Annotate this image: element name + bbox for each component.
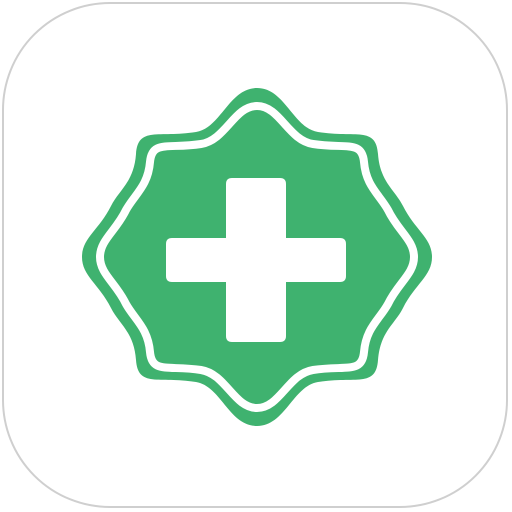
medical-cross-badge-icon (82, 88, 432, 426)
app-icon-tile[interactable] (2, 2, 508, 508)
